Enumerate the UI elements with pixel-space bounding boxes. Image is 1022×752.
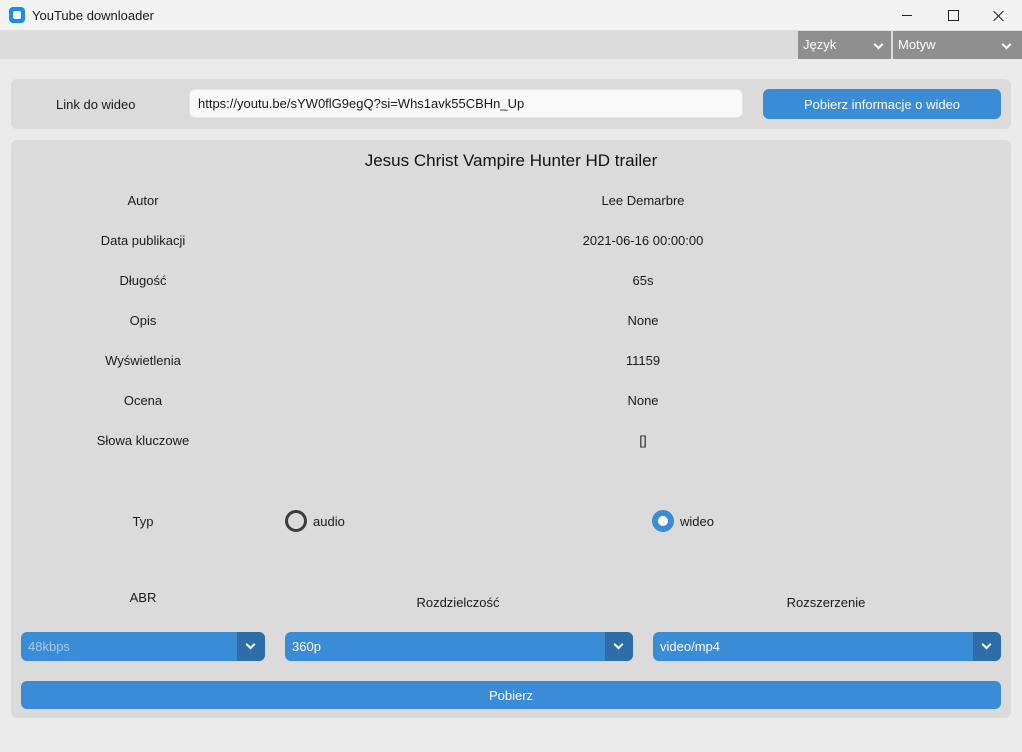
minimize-button[interactable] bbox=[884, 0, 930, 31]
info-row-publish-date: Data publikacji 2021-06-16 00:00:00 bbox=[11, 233, 1011, 253]
radio-checked-icon bbox=[652, 510, 674, 532]
link-label: Link do wideo bbox=[56, 97, 136, 112]
close-icon bbox=[993, 10, 1005, 22]
resolution-label: Rozdzielczość bbox=[416, 595, 500, 610]
info-label: Data publikacji bbox=[100, 233, 186, 248]
abr-select-arrow[interactable] bbox=[237, 632, 265, 661]
type-radio-video[interactable]: wideo bbox=[652, 510, 714, 532]
download-button[interactable]: Pobierz bbox=[21, 681, 1001, 709]
info-value: 11159 bbox=[625, 353, 661, 368]
info-value: None bbox=[627, 393, 659, 408]
extension-select-value: video/mp4 bbox=[660, 639, 720, 654]
url-input[interactable] bbox=[189, 89, 743, 118]
window-title: YouTube downloader bbox=[32, 8, 154, 23]
chevron-down-icon bbox=[1001, 39, 1012, 50]
close-button[interactable] bbox=[976, 0, 1022, 31]
radio-unchecked-icon bbox=[285, 510, 307, 532]
resolution-select-value: 360p bbox=[292, 639, 321, 654]
info-row-author: Autor Lee Demarbre bbox=[11, 193, 1011, 213]
info-label: Słowa kluczowe bbox=[96, 433, 190, 448]
abr-label: ABR bbox=[129, 590, 157, 605]
title-bar: YouTube downloader bbox=[0, 0, 1022, 31]
info-row-description: Opis None bbox=[11, 313, 1011, 333]
info-label: Ocena bbox=[123, 393, 163, 408]
info-label: Wyświetlenia bbox=[105, 353, 181, 368]
info-row-rating: Ocena None bbox=[11, 393, 1011, 413]
extension-select-arrow[interactable] bbox=[973, 632, 1001, 661]
abr-select-value: 48kbps bbox=[28, 639, 70, 654]
theme-dropdown[interactable]: Motyw bbox=[893, 31, 1022, 59]
info-row-keywords: Słowa kluczowe [] bbox=[11, 433, 1011, 453]
link-panel: Link do wideo Pobierz informacje o wideo bbox=[11, 79, 1011, 129]
chevron-down-icon bbox=[981, 639, 992, 650]
chevron-down-icon bbox=[873, 39, 884, 50]
minimize-icon bbox=[902, 15, 912, 16]
info-label: Opis bbox=[129, 313, 157, 328]
type-radio-audio[interactable]: audio bbox=[285, 510, 345, 532]
video-info-panel: Jesus Christ Vampire Hunter HD trailer A… bbox=[11, 140, 1011, 718]
info-row-length: Długość 65s bbox=[11, 273, 1011, 293]
resolution-select[interactable]: 360p bbox=[285, 632, 633, 661]
extension-label: Rozszerzenie bbox=[786, 595, 866, 610]
info-label: Autor bbox=[127, 193, 159, 208]
language-dropdown-label: Język bbox=[803, 37, 837, 52]
info-row-views: Wyświetlenia 11159 bbox=[11, 353, 1011, 373]
extension-select[interactable]: video/mp4 bbox=[653, 632, 1001, 661]
info-value: 65s bbox=[632, 273, 654, 288]
type-label: Typ bbox=[132, 514, 154, 529]
radio-label: audio bbox=[313, 513, 345, 529]
chevron-down-icon bbox=[613, 639, 624, 650]
maximize-icon bbox=[947, 10, 959, 21]
info-value: None bbox=[627, 313, 659, 328]
theme-dropdown-label: Motyw bbox=[898, 37, 936, 52]
menu-bar: Język Motyw bbox=[0, 31, 1022, 59]
maximize-button[interactable] bbox=[930, 0, 976, 31]
app-icon bbox=[9, 7, 25, 23]
chevron-down-icon bbox=[245, 639, 256, 650]
radio-label: wideo bbox=[680, 513, 714, 529]
info-label: Długość bbox=[119, 273, 167, 288]
video-title: Jesus Christ Vampire Hunter HD trailer bbox=[364, 151, 658, 170]
fetch-info-button[interactable]: Pobierz informacje o wideo bbox=[763, 89, 1001, 119]
resolution-select-arrow[interactable] bbox=[605, 632, 633, 661]
language-dropdown[interactable]: Język bbox=[798, 31, 891, 59]
info-value: Lee Demarbre bbox=[601, 193, 685, 208]
abr-select[interactable]: 48kbps bbox=[21, 632, 265, 661]
info-value: [] bbox=[639, 433, 647, 448]
info-value: 2021-06-16 00:00:00 bbox=[582, 233, 704, 248]
